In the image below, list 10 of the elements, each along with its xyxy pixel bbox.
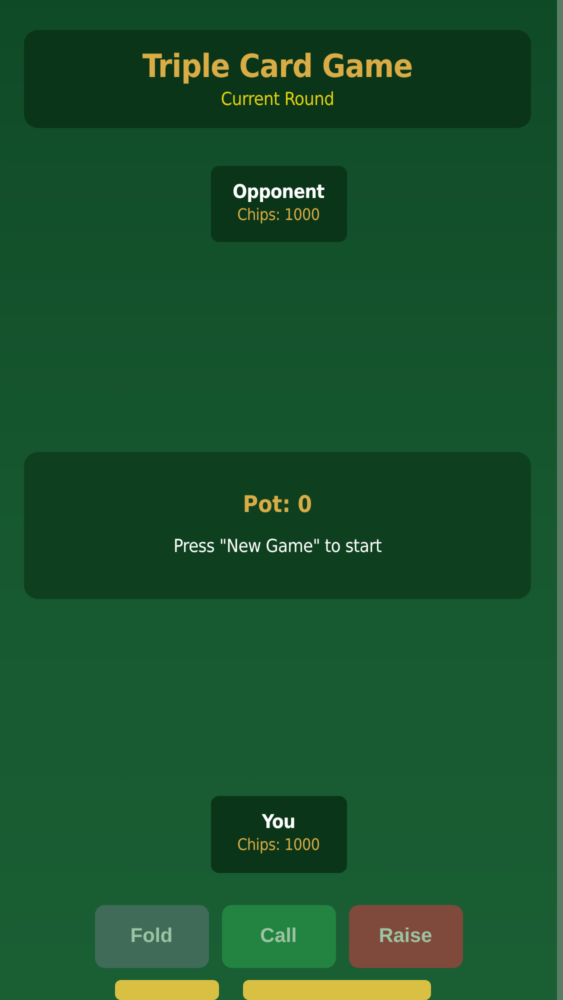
chip-count: Chips: 1000 [237,834,320,856]
partial-button[interactable] [114,980,218,1000]
round-label: Current Round [220,88,334,112]
player-name: You [262,810,296,834]
status-message: Press "New Game" to start [174,536,382,558]
pot-amount: Pot: 0 [242,491,312,520]
game-title: Triple Card Game [142,46,413,86]
partial-button[interactable] [242,980,430,1000]
player-name: Opponent [232,180,324,204]
chip-count: Chips: 1000 [237,204,320,226]
